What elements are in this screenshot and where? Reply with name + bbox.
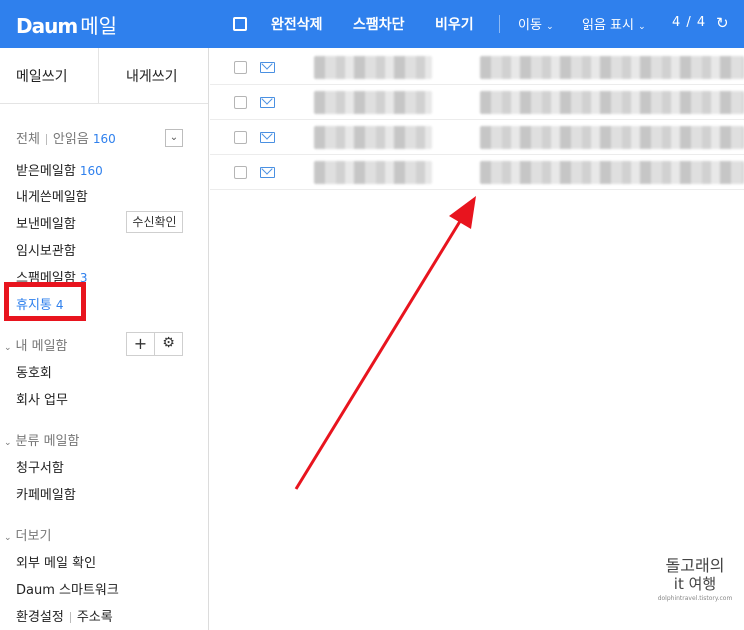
toolbar-divider (499, 15, 500, 33)
my-folders-header[interactable]: ⌄ 내 메일함 (4, 335, 68, 354)
refresh-icon[interactable]: ↻ (716, 14, 729, 32)
folder-label: 받은메일함 (16, 164, 76, 179)
watermark-url: dolphintravel.tistory.com (657, 595, 733, 602)
settings-link[interactable]: 환경설정 (16, 610, 64, 625)
filter-divider (45, 134, 47, 145)
section-title: 더보기 (15, 529, 52, 544)
folder-label: 내게쓴메일함 (16, 190, 88, 205)
blurred-sender[interactable] (314, 56, 432, 79)
row-checkbox[interactable] (234, 166, 247, 179)
mail-row[interactable] (210, 155, 744, 190)
sidebar-item-inbox[interactable]: 받은메일함 160 (16, 160, 103, 179)
filter-unread[interactable]: 안읽음 (53, 132, 89, 147)
watermark-line2: it 여행 (673, 575, 717, 593)
move-dropdown[interactable]: 이동 ⌄ (518, 14, 554, 33)
blurred-sender[interactable] (314, 91, 432, 114)
sidebar-item-cafe-mail[interactable]: 카페메일함 (16, 484, 76, 503)
envelope-icon[interactable] (260, 132, 275, 143)
daum-mail-logo[interactable]: Daum 메일 (16, 10, 117, 39)
page-indicator: 4 / 4 (672, 15, 707, 30)
write-to-self-button[interactable]: 내게쓰기 (126, 66, 178, 86)
add-folder-button[interactable]: + (126, 332, 155, 356)
unread-count: 160 (92, 132, 116, 146)
compose-row: 메일쓰기 내게쓰기 (0, 48, 208, 104)
address-book-link[interactable]: 주소록 (77, 610, 113, 625)
sidebar-item-self-sent[interactable]: 내게쓴메일함 (16, 186, 88, 205)
chevron-down-icon: ⌄ (4, 533, 12, 543)
watermark-line1: 돌고래의 (665, 556, 725, 575)
top-bar: Daum 메일 완전삭제 스팸차단 비우기 이동 ⌄ 읽음 표시 ⌄ 4 / 4 … (0, 0, 744, 48)
mark-read-dropdown[interactable]: 읽음 표시 ⌄ (582, 14, 646, 33)
compose-button[interactable]: 메일쓰기 (16, 66, 68, 86)
chevron-down-icon: ⌄ (4, 438, 12, 448)
section-title: 분류 메일함 (15, 434, 80, 449)
read-receipt-button[interactable]: 수신확인 (126, 211, 183, 233)
compose-divider (98, 48, 99, 104)
blurred-subject[interactable] (480, 161, 744, 184)
folder-count: 160 (79, 164, 103, 178)
plus-icon: + (133, 334, 148, 353)
external-mail-link[interactable]: 외부 메일 확인 (16, 552, 96, 571)
envelope-icon[interactable] (260, 62, 275, 73)
more-header[interactable]: ⌄ 더보기 (4, 525, 51, 544)
sidebar-item-work[interactable]: 회사 업무 (16, 389, 68, 408)
logo-text: Daum (16, 14, 78, 38)
empty-trash-button[interactable]: 비우기 (435, 14, 474, 34)
trash-highlight-box (4, 282, 86, 321)
mail-row[interactable] (210, 120, 744, 155)
smartwork-link[interactable]: Daum 스마트워크 (16, 579, 119, 598)
arrow-head (449, 196, 476, 229)
sidebar-item-bills[interactable]: 청구서함 (16, 457, 64, 476)
blurred-subject[interactable] (480, 126, 744, 149)
blurred-sender[interactable] (314, 126, 432, 149)
folder-label: 보낸메일함 (16, 217, 76, 232)
chevron-down-icon: ⌄ (546, 22, 554, 32)
gear-icon: ⚙ (162, 335, 175, 351)
select-all-checkbox[interactable] (233, 17, 247, 31)
service-name: 메일 (80, 14, 117, 38)
row-checkbox[interactable] (234, 61, 247, 74)
move-label: 이동 (518, 18, 542, 33)
section-title: 내 메일함 (15, 339, 68, 354)
mail-row[interactable] (210, 50, 744, 85)
arrow-shaft (294, 217, 464, 490)
permanent-delete-button[interactable]: 완전삭제 (271, 14, 323, 34)
filter-all[interactable]: 전체 (16, 132, 40, 147)
chevron-down-icon: ⌄ (638, 22, 646, 32)
filter-dropdown-icon[interactable]: ⌄ (165, 129, 183, 147)
blurred-sender[interactable] (314, 161, 432, 184)
folder-label: 임시보관함 (16, 244, 76, 259)
link-divider (69, 612, 71, 623)
sidebar-item-club[interactable]: 동호회 (16, 362, 52, 381)
settings-row: 환경설정 주소록 (16, 606, 113, 625)
envelope-icon[interactable] (260, 167, 275, 178)
block-spam-button[interactable]: 스팸차단 (353, 14, 405, 34)
chevron-down-icon: ⌄ (4, 343, 12, 353)
row-checkbox[interactable] (234, 131, 247, 144)
row-checkbox[interactable] (234, 96, 247, 109)
categories-header[interactable]: ⌄ 분류 메일함 (4, 430, 79, 449)
mail-row[interactable] (210, 85, 744, 120)
folder-settings-button[interactable]: ⚙ (154, 332, 183, 356)
envelope-icon[interactable] (260, 97, 275, 108)
sidebar-item-drafts[interactable]: 임시보관함 (16, 240, 76, 259)
mark-read-label: 읽음 표시 (582, 18, 634, 33)
sidebar-item-sent[interactable]: 보낸메일함 (16, 213, 76, 232)
watermark: 돌고래의 it 여행 dolphintravel.tistory.com (654, 556, 736, 602)
blurred-subject[interactable] (480, 91, 744, 114)
mail-filter-row: 전체 안읽음 160 (16, 128, 116, 147)
blurred-subject[interactable] (480, 56, 744, 79)
